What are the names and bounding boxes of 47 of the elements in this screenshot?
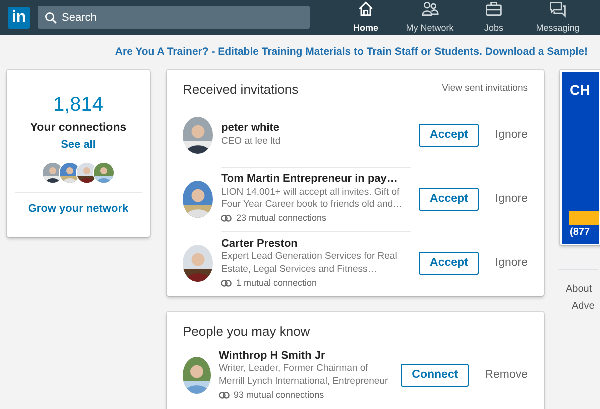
section-title: People you may know <box>183 322 312 341</box>
ad-heading: CH <box>570 81 592 100</box>
briefcase-icon <box>485 0 503 18</box>
see-all-link[interactable]: See all <box>61 139 96 152</box>
ignore-button[interactable]: Ignore <box>495 126 528 144</box>
nav-tab[interactable]: Messaging <box>526 0 590 36</box>
footer-link[interactable]: About <box>566 284 592 295</box>
logo[interactable]: in <box>8 6 30 28</box>
promo-link[interactable]: Are You A Trainer? - Editable Training Materials to Train Staff or Students. Download a Sample! <box>115 46 588 58</box>
chat-icon <box>549 0 567 18</box>
ignore-button[interactable]: Ignore <box>495 190 528 208</box>
person-headline: CEO at lee ltd <box>221 136 282 149</box>
ad-button[interactable] <box>569 211 599 225</box>
ad-banner[interactable]: CH (877 <box>562 72 599 244</box>
accept-button[interactable]: Accept <box>419 252 480 276</box>
remove-button[interactable]: Remove <box>485 367 528 384</box>
connections-label: Your connections <box>29 121 128 136</box>
search-icon <box>45 12 57 24</box>
mutual-connections[interactable]: 1 mutual connection <box>236 276 318 290</box>
person-name[interactable]: Carter Preston <box>221 236 412 252</box>
search-field[interactable]: Search <box>38 6 310 29</box>
connect-button[interactable]: Connect <box>401 364 470 388</box>
ad-phone: (877 <box>570 226 592 240</box>
people-icon <box>421 0 439 18</box>
mutual-icon <box>221 215 232 222</box>
section-title: Received invitations <box>183 81 299 99</box>
ignore-button[interactable]: Ignore <box>495 254 528 272</box>
view-sent-link[interactable]: View sent invitations <box>442 83 528 96</box>
connection-count: 1,814 <box>52 93 105 118</box>
person-name[interactable]: Tom Martin Entrepreneur in pay… <box>221 172 412 187</box>
home-icon <box>357 0 375 18</box>
nav-tab[interactable]: My Network <box>398 0 462 36</box>
footer-link[interactable]: Adve <box>572 301 595 312</box>
nav-tab[interactable]: Home <box>334 0 398 36</box>
person-headline: Expert Lead Generation Services for Real Estate, Legal Services and Fitness… <box>221 251 398 277</box>
person-name[interactable]: Winthrop H Smith Jr <box>219 349 394 364</box>
mutual-icon <box>221 280 232 287</box>
nav-tab[interactable]: Jobs <box>462 0 526 36</box>
accept-button[interactable]: Accept <box>419 188 480 212</box>
mutual-connections[interactable]: 23 mutual connections <box>236 212 327 226</box>
person-headline: LION 14,001+ will accept all invites. Gift of Four Year Career book to friends old and… <box>221 186 404 212</box>
mutual-icon <box>219 392 230 400</box>
person-name[interactable]: peter white <box>221 121 412 136</box>
grow-network-link[interactable]: Grow your network <box>28 202 129 215</box>
person-headline: Writer, Leader, Former Chairman of Merrill Lynch International, Entrepreneur <box>219 363 390 389</box>
mutual-connections[interactable]: 93 mutual connections <box>234 388 324 402</box>
accept-button[interactable]: Accept <box>419 124 480 148</box>
